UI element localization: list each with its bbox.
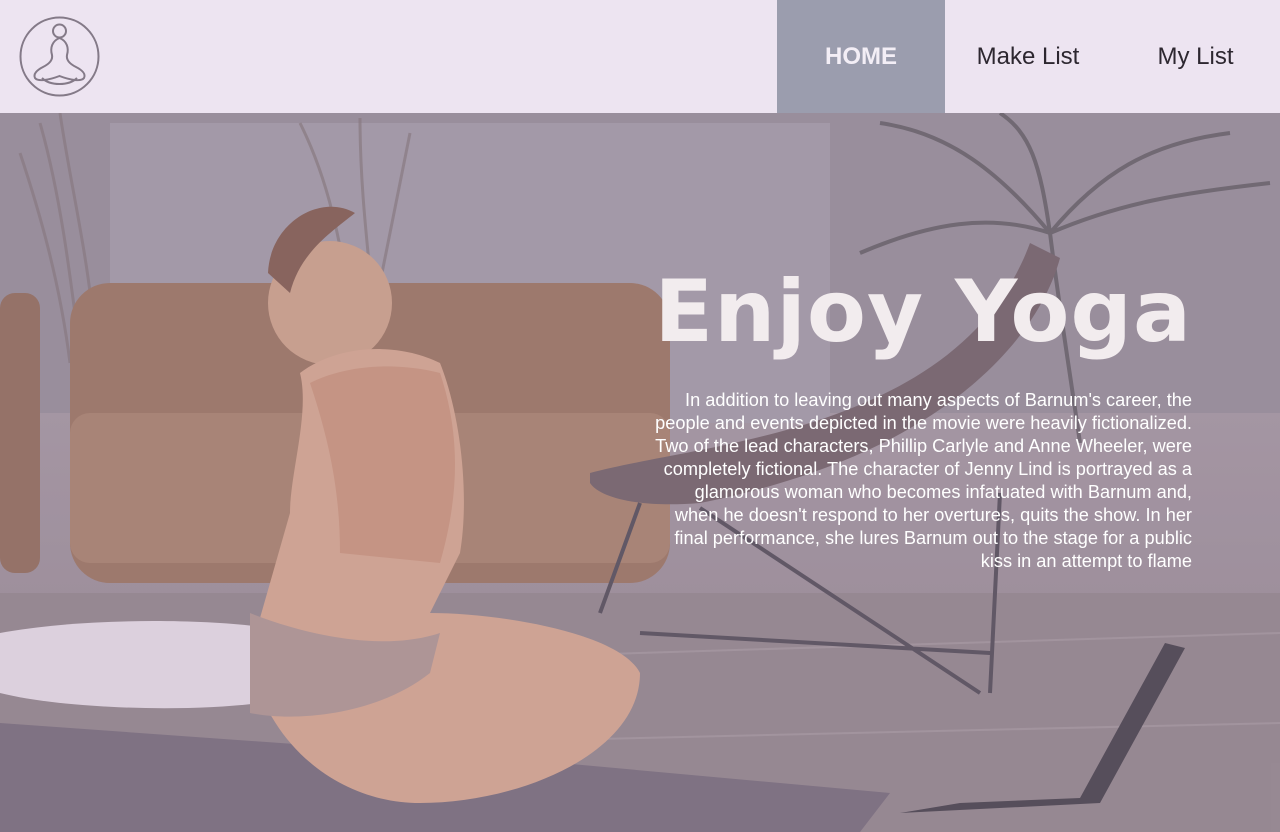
main-nav: HOME Make List My List <box>777 0 1280 113</box>
site-header: HOME Make List My List <box>0 0 1280 113</box>
nav-my-list[interactable]: My List <box>1111 0 1280 113</box>
nav-home[interactable]: HOME <box>777 0 945 113</box>
nav-make-list[interactable]: Make List <box>945 0 1111 113</box>
hero-title: Enjoy Yoga <box>654 262 1192 362</box>
hero-section: Enjoy Yoga In addition to leaving out ma… <box>0 113 1280 832</box>
meditation-logo-icon[interactable] <box>19 16 100 97</box>
hero-description: In addition to leaving out many aspects … <box>655 390 1192 571</box>
